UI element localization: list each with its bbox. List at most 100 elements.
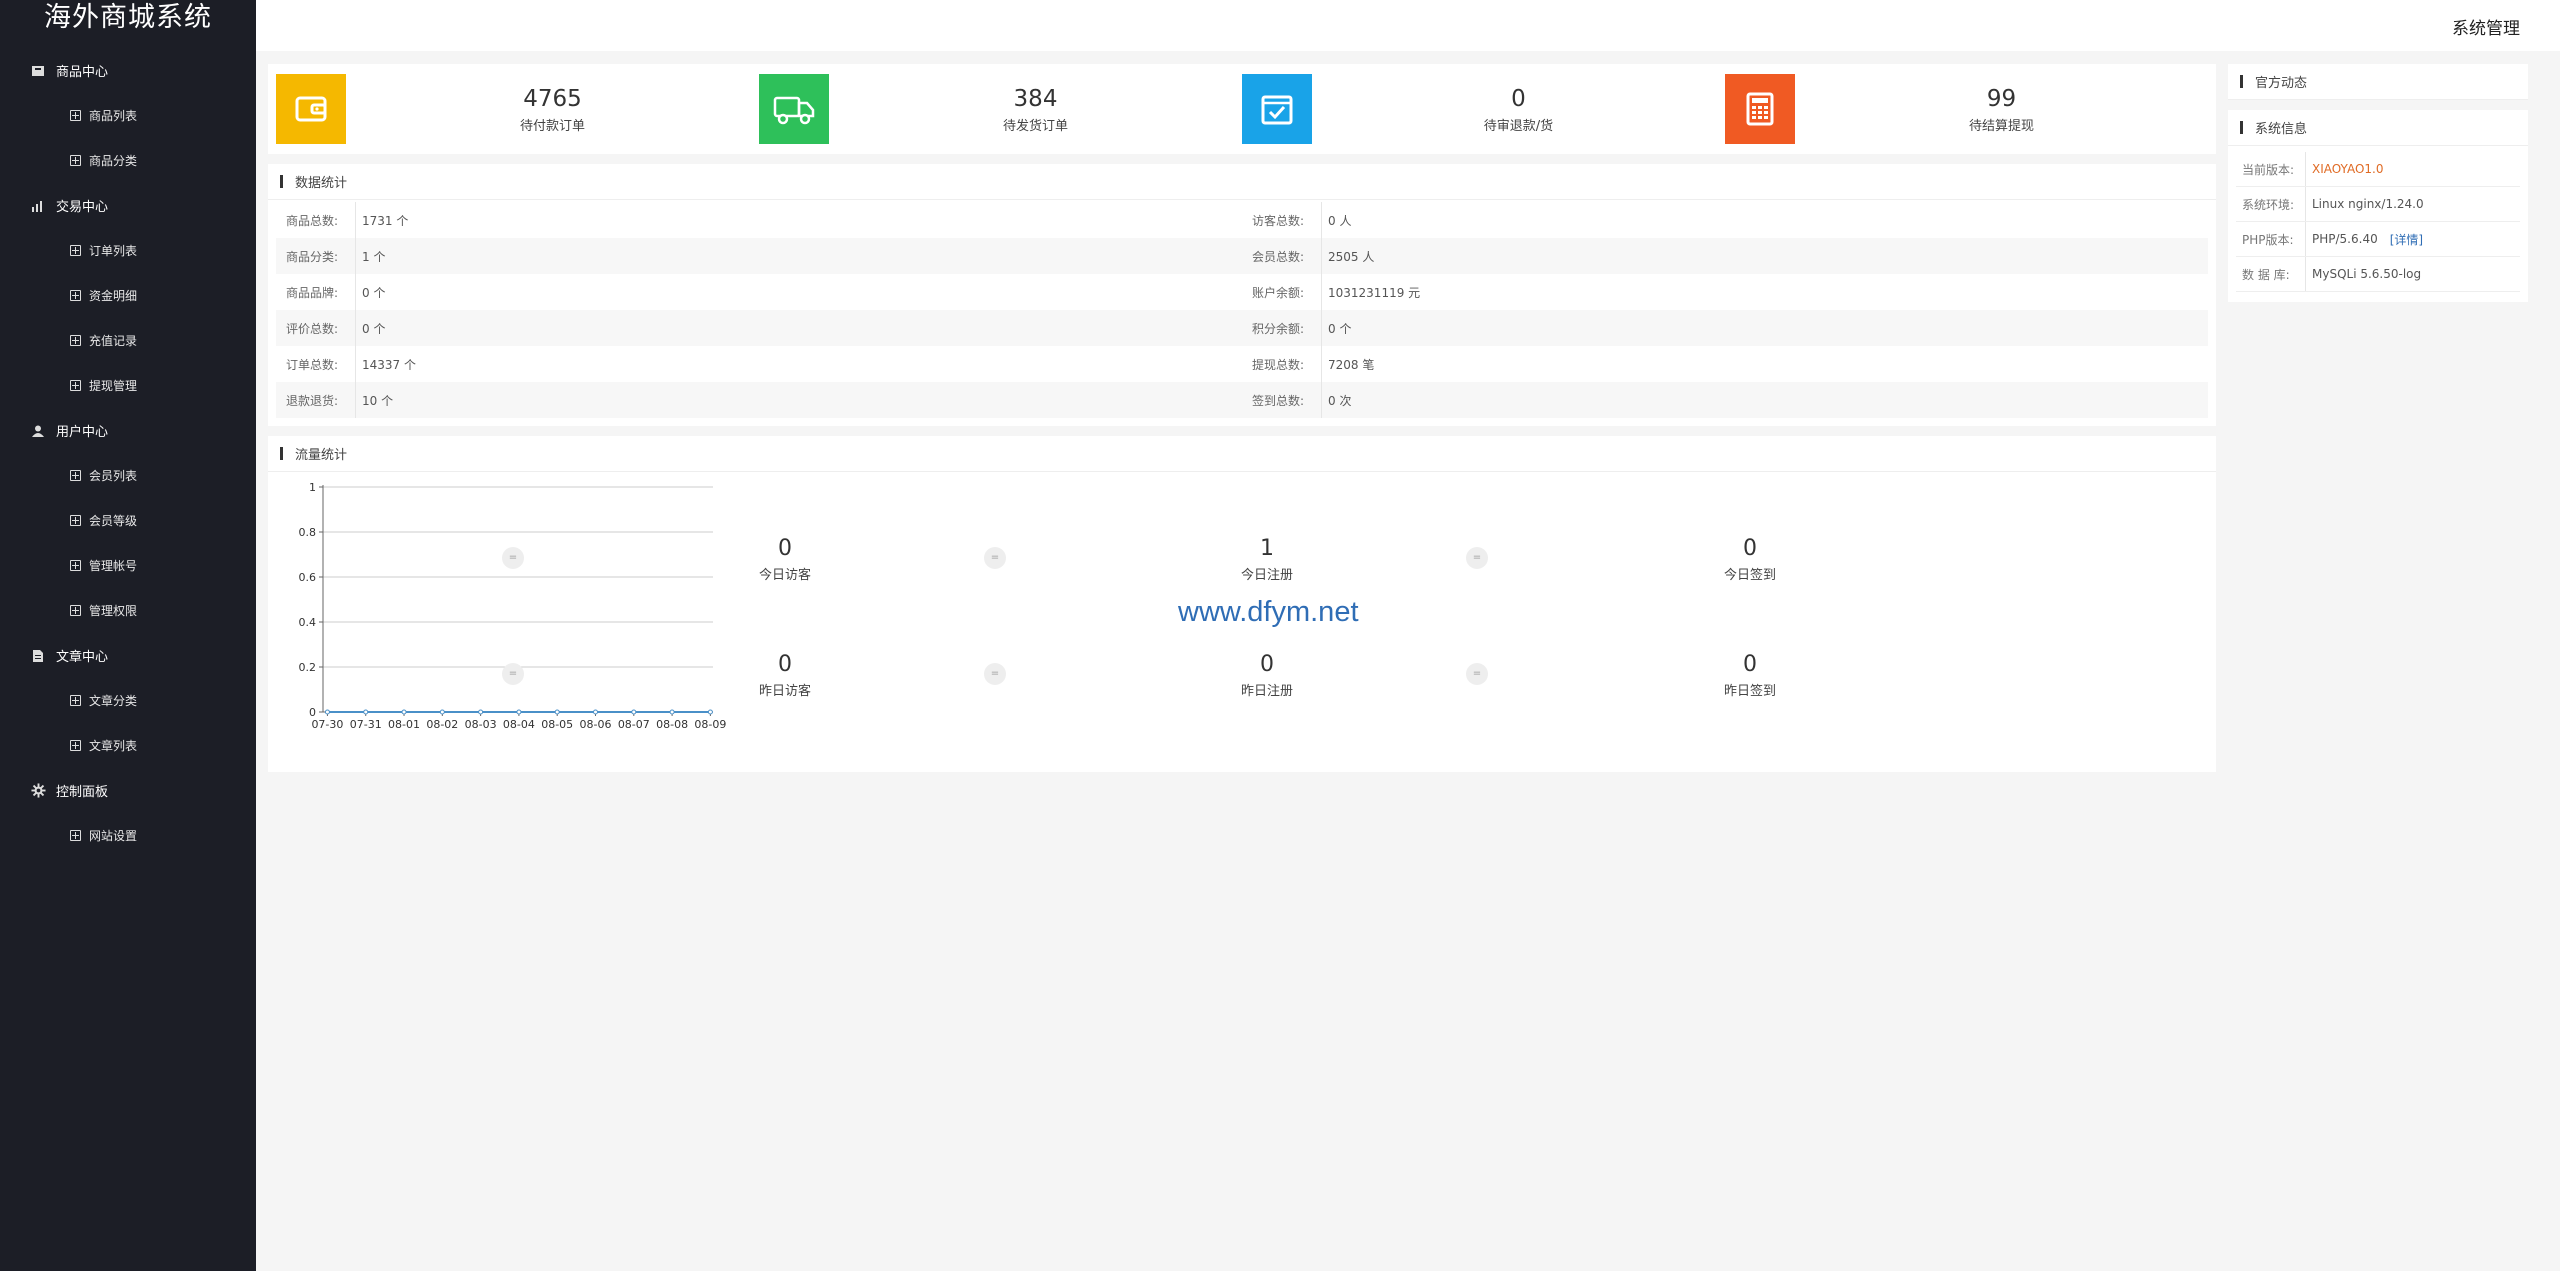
kpi-value: 0 bbox=[1260, 652, 1274, 677]
plus-square-icon bbox=[70, 290, 81, 301]
kpi-item: 0 昨日访客 bbox=[685, 652, 885, 699]
y-tick-label: 0.2 bbox=[299, 661, 317, 674]
data-point bbox=[554, 709, 560, 715]
kpi-value: 1 bbox=[1260, 536, 1274, 561]
menu-group-head[interactable]: 商品中心 bbox=[0, 48, 256, 93]
menu-group-label: 商品中心 bbox=[56, 65, 109, 80]
x-tick-label: 08-05 bbox=[541, 718, 573, 731]
info-value: PHP/5.6.40 bbox=[2312, 232, 2378, 246]
x-tick-label: 08-08 bbox=[656, 718, 688, 731]
right-column: 官方动态 系统信息 当前版本: XIAOYAO1.0 系统环境: Linux ngin… bbox=[2228, 64, 2528, 312]
details-link[interactable]: [详情] bbox=[2390, 231, 2423, 248]
info-value: MySQLi 5.6.50-log bbox=[2312, 267, 2422, 281]
menu-item[interactable]: 文章分类 bbox=[0, 678, 256, 723]
stat-label: 待发货订单 bbox=[1002, 118, 1068, 134]
stat-value: 0 bbox=[1511, 85, 1526, 112]
menu-group: 交易中心 订单列表 资金明细 充值记录 提现管理 bbox=[0, 183, 256, 408]
info-key: PHP版本: bbox=[2236, 222, 2306, 256]
stat-card[interactable]: 384 待发货订单 bbox=[759, 74, 1242, 144]
data-stats-title: 数据统计 bbox=[295, 176, 348, 191]
box-check-icon bbox=[1242, 74, 1312, 144]
data-point bbox=[363, 709, 369, 715]
data-stats-table: 商品总数: 1731 个访客总数: 0 人商品分类: 1 个会员总数: 2505 人商品… bbox=[268, 200, 2216, 426]
menu-item[interactable]: 网站设置 bbox=[0, 813, 256, 858]
menu-item[interactable]: 订单列表 bbox=[0, 228, 256, 273]
menu-item[interactable]: 管理权限 bbox=[0, 588, 256, 633]
kpi-item: 1 今日注册 bbox=[1167, 536, 1367, 583]
menu-item[interactable]: 会员等级 bbox=[0, 498, 256, 543]
stat-card[interactable]: 99 待结算提现 bbox=[1725, 74, 2208, 144]
menu-group-head[interactable]: 用户中心 bbox=[0, 408, 256, 453]
menu-item[interactable]: 管理帐号 bbox=[0, 543, 256, 588]
kpi-value: 0 bbox=[1743, 652, 1757, 677]
table-row: 商品总数: 1731 个 访客总数: 0 人 bbox=[276, 202, 2208, 238]
info-value: XIAOYAO1.0 bbox=[2312, 162, 2384, 176]
menu-item[interactable]: 商品列表 bbox=[0, 93, 256, 138]
stat-key: 会员总数: bbox=[1242, 238, 1322, 274]
menu-item[interactable]: 提现管理 bbox=[0, 363, 256, 408]
menu-item[interactable]: 充值记录 bbox=[0, 318, 256, 363]
menu-item[interactable]: 资金明细 bbox=[0, 273, 256, 318]
menu-item-label: 管理帐号 bbox=[89, 559, 138, 573]
stat-card[interactable]: 4765 待付款订单 bbox=[276, 74, 759, 144]
table-cell: 商品总数: 1731 个 bbox=[276, 202, 1242, 238]
info-row: 数 据 库: MySQLi 5.6.50-log bbox=[2236, 257, 2520, 292]
header-bar bbox=[280, 447, 283, 460]
equals-icon: = bbox=[1466, 547, 1488, 569]
menu-group: 用户中心 会员列表 会员等级管理帐号管理权限 bbox=[0, 408, 256, 633]
info-key: 系统环境: bbox=[2236, 187, 2306, 221]
plus-square-icon bbox=[70, 245, 81, 256]
system-management-link[interactable]: 系统管理 bbox=[2452, 14, 2520, 39]
stat-card[interactable]: 0 待审退款/货 bbox=[1242, 74, 1725, 144]
data-point bbox=[324, 709, 330, 715]
info-row: 系统环境: Linux nginx/1.24.0 bbox=[2236, 187, 2520, 222]
table-row: 商品品牌: 0 个 账户余额: 1031231119 元 bbox=[276, 274, 2208, 310]
menu-group-head[interactable]: 控制面板 bbox=[0, 768, 256, 813]
x-tick-label: 08-02 bbox=[426, 718, 458, 731]
plus-square-icon bbox=[70, 515, 81, 526]
system-info-table: 当前版本: XIAOYAO1.0 系统环境: Linux nginx/1.24.0 PH… bbox=[2228, 146, 2528, 302]
stat-key: 订单总数: bbox=[276, 346, 356, 382]
stat-val: 0 个 bbox=[362, 321, 386, 336]
user-icon bbox=[30, 423, 46, 439]
table-row: 评价总数: 0 个积分余额: 0 个 bbox=[276, 310, 2208, 346]
menu-group-head[interactable]: 文章中心 bbox=[0, 633, 256, 678]
calculator-icon bbox=[1725, 74, 1795, 144]
wallet-icon bbox=[276, 74, 346, 144]
plus-square-icon bbox=[70, 110, 81, 121]
table-row: 商品分类: 1 个 会员总数: 2505 人 bbox=[276, 238, 2208, 274]
table-cell: 订单总数: 14337 个 bbox=[276, 346, 1242, 382]
official-news-header: 官方动态 bbox=[2228, 64, 2528, 100]
menu-group: 控制面板网站设置 bbox=[0, 768, 256, 858]
flow-stats-header: 流量统计 bbox=[268, 436, 2216, 472]
stat-label: 待审退款/货 bbox=[1483, 118, 1554, 134]
info-key: 数 据 库: bbox=[2236, 257, 2306, 291]
stat-key: 访客总数: bbox=[1242, 202, 1322, 238]
stat-val: 2505 人 bbox=[1328, 249, 1375, 264]
data-point bbox=[478, 709, 484, 715]
x-tick-label: 07-30 bbox=[311, 718, 343, 731]
stat-val: 0 个 bbox=[362, 285, 386, 300]
menu-item[interactable]: 商品分类 bbox=[0, 138, 256, 183]
menu-item[interactable]: 文章列表 bbox=[0, 723, 256, 768]
menu-item[interactable]: 会员列表 bbox=[0, 453, 256, 498]
stat-val: 1031231119 元 bbox=[1328, 285, 1421, 300]
stat-text: 4765 待付款订单 bbox=[346, 85, 759, 134]
table-cell: 提现总数: 7208 笔 bbox=[1242, 346, 2208, 382]
sidebar: 海外商城系统 商品中心 商品列表 商品分类 交易中心 订单列表 资金明细 充值记录 提现管理用… bbox=[0, 0, 256, 1271]
table-cell: 评价总数: 0 个 bbox=[276, 310, 1242, 346]
equals-icon: = bbox=[502, 663, 524, 685]
kpi-item: 0 今日访客 bbox=[685, 536, 885, 583]
kpi-item: 0 今日签到 bbox=[1650, 536, 1850, 583]
stat-val: 0 次 bbox=[1328, 393, 1352, 408]
menu-group-label: 控制面板 bbox=[56, 785, 109, 800]
equals-icon: = bbox=[502, 547, 524, 569]
menu-group: 商品中心商品列表商品分类 bbox=[0, 48, 256, 183]
system-info-header: 系统信息 bbox=[2228, 110, 2528, 146]
kpi-label: 今日访客 bbox=[758, 568, 811, 583]
main-content: 4765 待付款订单 384 待发货订单 0 待审退款/货 99 待结算提现 数据统计 商品总… bbox=[268, 64, 2216, 772]
kpi-label: 今日注册 bbox=[1240, 568, 1293, 583]
kpi-value: 0 bbox=[778, 536, 792, 561]
menu-group-head[interactable]: 交易中心 bbox=[0, 183, 256, 228]
menu-item-label: 商品分类 bbox=[89, 154, 138, 168]
